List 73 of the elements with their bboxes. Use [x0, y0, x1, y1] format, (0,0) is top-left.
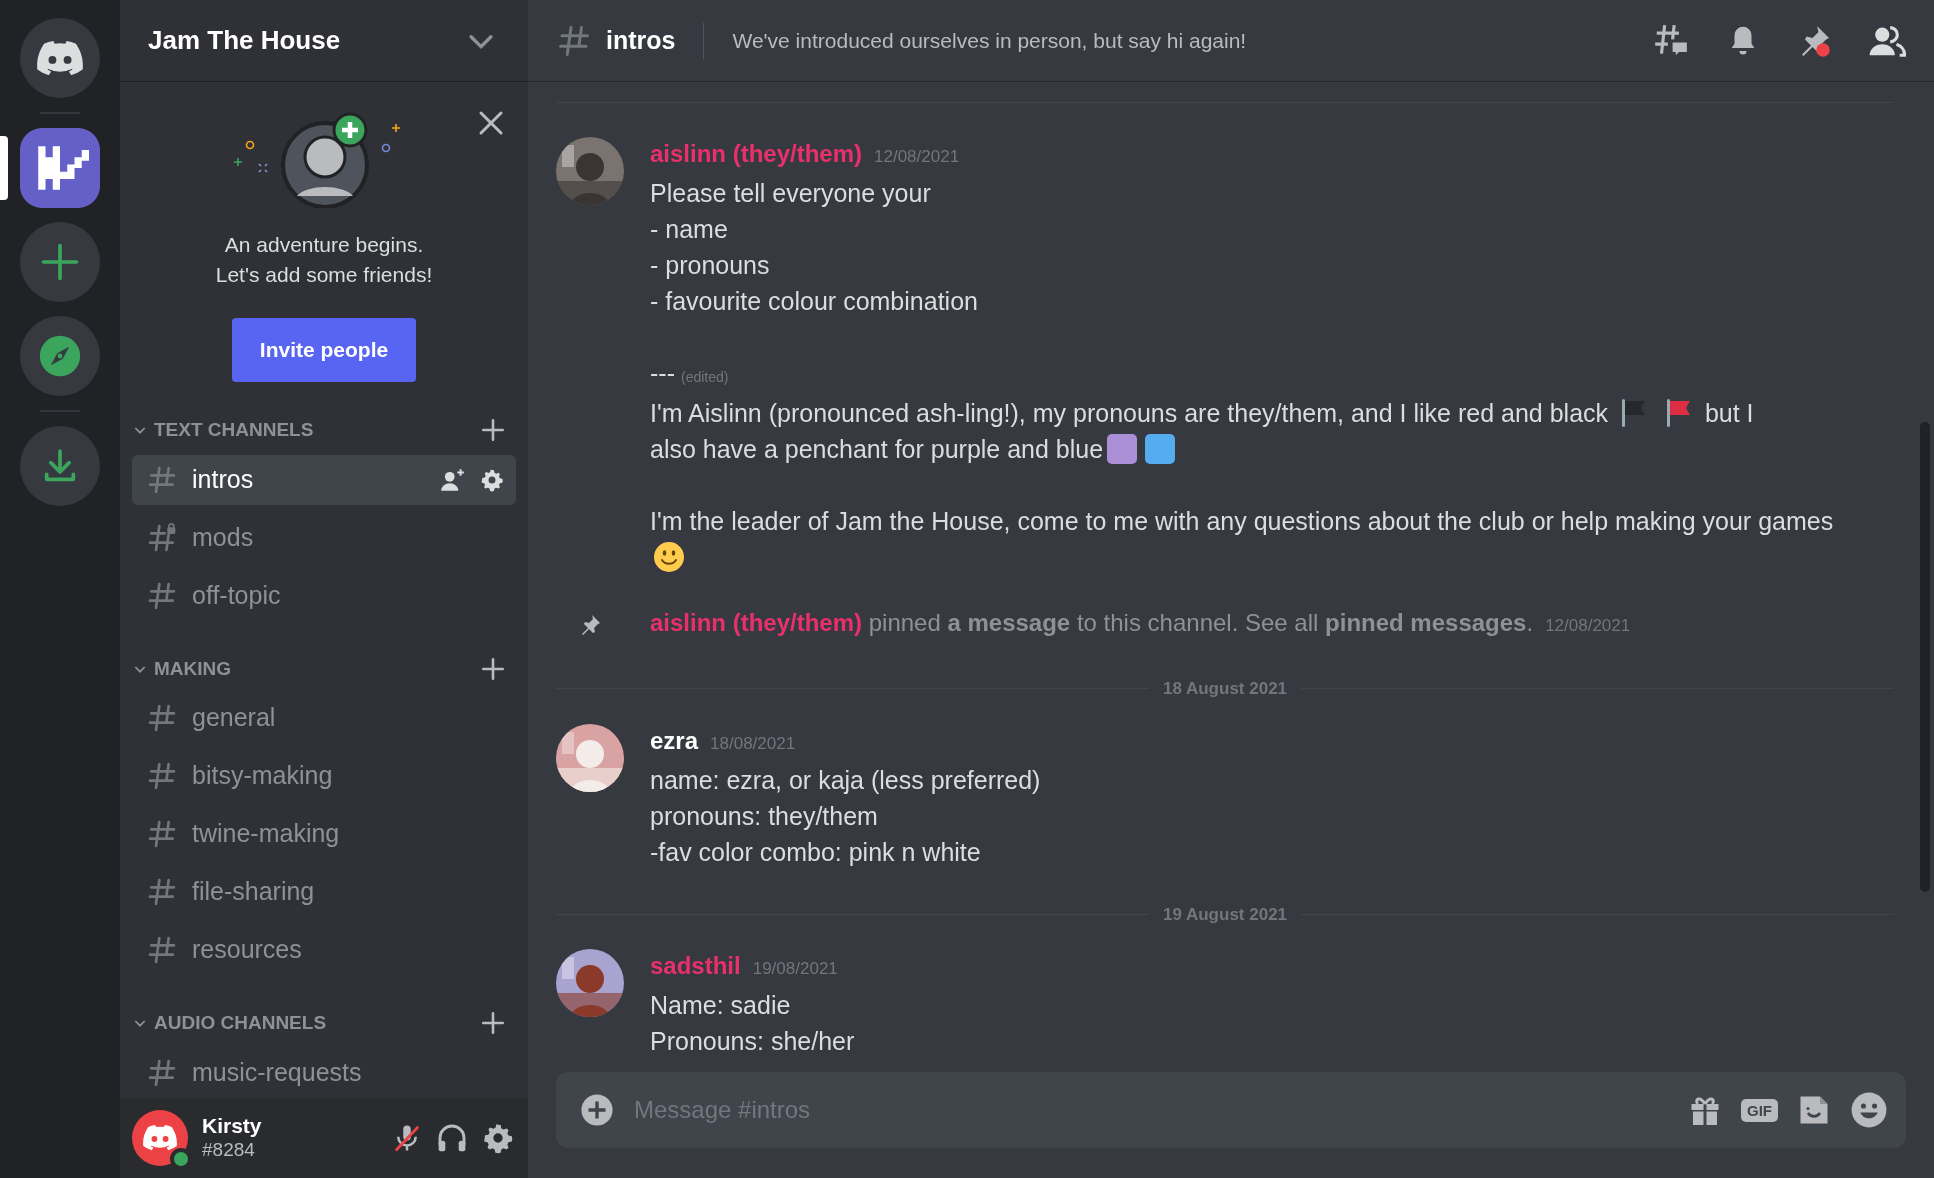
hash-icon — [146, 876, 178, 908]
hash-icon — [146, 702, 178, 734]
channel-topic: We've introduced ourselves in person, but say hi again! — [732, 27, 1248, 54]
channel-item[interactable]: intros — [132, 454, 516, 505]
compass-icon — [38, 334, 82, 378]
message-text: Please tell everyone your - name - pronouns - favourite colour combination — [650, 179, 978, 315]
user-avatar[interactable] — [132, 1110, 188, 1166]
timestamp: 12/08/2021 — [874, 147, 960, 166]
category-name[interactable]: MAKING — [154, 654, 480, 683]
server-icon[interactable] — [20, 128, 100, 208]
channel-title: intros — [606, 24, 676, 56]
author-name[interactable]: ezra — [650, 726, 699, 754]
category-name[interactable]: AUDIO CHANNELS — [154, 1009, 480, 1038]
discord-logo-icon — [37, 40, 83, 76]
gif-button[interactable]: GIF — [1741, 1098, 1778, 1122]
timestamp: 12/08/2021 — [1545, 616, 1631, 635]
channel-name: general — [192, 702, 277, 734]
author-name[interactable]: aislinn (they/them) — [650, 140, 863, 167]
channel-item[interactable]: resources — [132, 925, 516, 975]
message-text: but I — [1704, 399, 1754, 427]
message-text: I'm Aislinn (pronounced ash-ling!), my pronouns are they/them, and I like red and black — [650, 399, 1609, 427]
add-person-icon[interactable] — [440, 466, 466, 493]
edited-label: (edited) — [681, 369, 729, 385]
channel-item[interactable]: bitsy-making — [132, 751, 516, 801]
add-channel-icon[interactable] — [480, 655, 506, 682]
date-divider: 19 August 2021 — [1162, 903, 1288, 926]
category-name[interactable]: TEXT CHANNELS — [154, 416, 480, 445]
headphones-icon[interactable] — [436, 1122, 468, 1154]
channel-name: music-requests — [192, 1056, 363, 1088]
channel-name: bitsy-making — [192, 760, 334, 792]
settings-icon[interactable] — [482, 1122, 514, 1154]
message-text: --- — [650, 359, 675, 387]
author-name[interactable]: aislinn (they/them) — [650, 609, 863, 636]
timestamp: 18/08/2021 — [710, 733, 796, 753]
hash-icon — [146, 818, 178, 850]
date-divider: 18 August 2021 — [1162, 678, 1288, 700]
channel-item[interactable]: general — [132, 693, 516, 743]
add-attachment-icon[interactable] — [580, 1093, 614, 1127]
welcome-text: An adventure begins. Let's add some friends! — [215, 232, 433, 288]
hash-icon — [146, 760, 178, 792]
settings-icon[interactable] — [480, 467, 504, 492]
discord-logo-icon — [143, 1125, 177, 1151]
channel-item[interactable]: off-topic — [132, 570, 516, 621]
smiley-icon — [654, 542, 684, 572]
channel-name: intros — [192, 463, 255, 495]
channel-name: mods — [192, 521, 255, 553]
server-header[interactable]: Jam The House — [120, 0, 528, 82]
channel-item[interactable]: music-requests — [132, 1047, 516, 1098]
message-text: I'm the leader of Jam the House, come to me with any questions about the club or help making your games — [650, 507, 1834, 535]
invite-button[interactable]: Invite people — [232, 318, 416, 382]
add-channel-icon[interactable] — [480, 1010, 506, 1037]
channel-name: file-sharing — [192, 876, 316, 908]
server-name: Jam The House — [148, 24, 341, 57]
scrollbar[interactable] — [1920, 422, 1930, 892]
channel-name: twine-making — [192, 818, 341, 850]
add-channel-icon[interactable] — [480, 417, 506, 444]
message-text: name: ezra, or kaja (less preferred) pronouns: they/them -fav color combo: pink n white — [650, 765, 1041, 866]
channel-item[interactable]: file-sharing — [132, 867, 516, 917]
channel-name: off-topic — [192, 579, 282, 611]
channel-item[interactable]: mods — [132, 512, 516, 563]
username: Kirsty — [202, 1114, 263, 1138]
channel-item[interactable]: twine-making — [132, 809, 516, 859]
user-tag: #8284 — [202, 1138, 378, 1162]
muted-microphone-icon[interactable] — [392, 1123, 422, 1153]
system-message: pinned a message to this channel. See all pinned messages. — [868, 609, 1534, 636]
message-text: also have a penchant for purple and blue — [650, 435, 1104, 463]
locked-hash-icon — [146, 521, 178, 554]
author-name[interactable]: sadsthil — [650, 952, 741, 979]
timestamp: 19/08/2021 — [752, 959, 838, 978]
hash-icon — [146, 934, 178, 966]
message-text: Name: sadie Pronouns: she/her — [650, 991, 855, 1055]
channel-name: resources — [192, 934, 303, 966]
emoji-icon[interactable] — [1850, 1091, 1888, 1129]
